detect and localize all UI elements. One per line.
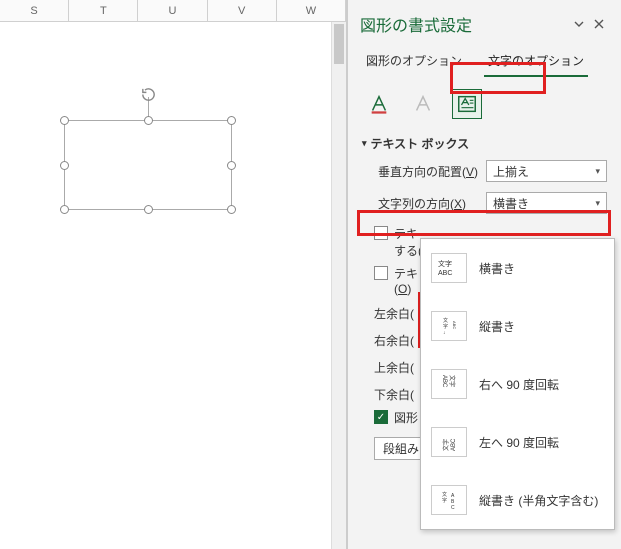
svg-text:文字: 文字 [438, 259, 452, 268]
svg-text:文: 文 [442, 491, 447, 498]
col-header[interactable]: S [0, 0, 69, 21]
dd-option-rotate-left[interactable]: 文字ABC 左へ 90 度回転 [421, 413, 614, 471]
close-icon[interactable] [589, 14, 609, 34]
column-headers: S T U V W [0, 0, 346, 22]
worksheet-area[interactable]: S T U V W [0, 0, 347, 549]
checkbox-checked-icon: ✓ [374, 410, 388, 424]
col-header[interactable]: T [69, 0, 138, 21]
resize-handle[interactable] [60, 116, 69, 125]
chevron-down-icon: ▾ [595, 166, 600, 177]
textbox-icon[interactable] [452, 89, 482, 119]
rotate-left-icon: 文字ABC [431, 427, 467, 457]
dd-option-vertical-halfwidth[interactable]: 文字ABC 縦書き (半角文字含む) [421, 471, 614, 529]
svg-text:字: 字 [443, 323, 448, 330]
vertical-alignment-select[interactable]: 上揃え▾ [486, 160, 607, 182]
resize-handle[interactable] [60, 161, 69, 170]
resize-handle[interactable] [227, 116, 236, 125]
svg-text:文字: 文字 [448, 375, 456, 387]
text-effects-icon[interactable] [408, 89, 438, 119]
dd-option-vertical[interactable]: 文字↓ABC 縦書き [421, 297, 614, 355]
dd-option-horizontal[interactable]: 文字ABC 横書き [421, 239, 614, 297]
svg-text:↓: ↓ [443, 330, 446, 336]
selected-shape[interactable] [64, 92, 232, 210]
pane-title: 図形の書式設定 [360, 12, 472, 36]
pane-tabs: 図形のオプション 文字のオプション [348, 44, 621, 77]
resize-handle[interactable] [60, 205, 69, 214]
dd-option-rotate-right[interactable]: 文字ABC 右へ 90 度回転 [421, 355, 614, 413]
vertical-alignment-label: 垂直方向の配置(V) [378, 163, 486, 180]
section-title: テキスト ボックス [371, 135, 470, 152]
col-header[interactable]: W [277, 0, 346, 21]
checkbox-icon [374, 226, 388, 240]
resize-handle[interactable] [144, 116, 153, 125]
svg-text:字: 字 [442, 497, 447, 504]
pane-options-icon[interactable] [569, 14, 589, 34]
rotation-handle-icon[interactable] [140, 86, 157, 103]
horizontal-text-icon: 文字 ABC [431, 253, 467, 283]
svg-text:ABC: ABC [441, 375, 447, 388]
shape-rectangle[interactable] [64, 120, 232, 210]
text-direction-dropdown: 文字ABC 横書き 文字↓ABC 縦書き 文字ABC 右へ 90 度回転 文字A… [420, 238, 615, 530]
chevron-down-icon: ▾ [595, 198, 600, 209]
col-header[interactable]: U [138, 0, 207, 21]
vertical-halfwidth-icon: 文字ABC [431, 485, 467, 515]
resize-handle[interactable] [227, 205, 236, 214]
svg-text:ABC: ABC [451, 438, 457, 451]
svg-text:文字: 文字 [442, 439, 450, 451]
text-fill-outline-icon[interactable] [364, 89, 394, 119]
checkbox-icon [374, 266, 388, 280]
tab-text-options[interactable]: 文字のオプション [484, 44, 588, 77]
resize-handle[interactable] [144, 205, 153, 214]
text-direction-select[interactable]: 横書き▾ [486, 192, 607, 214]
resize-handle[interactable] [227, 161, 236, 170]
tab-shape-options[interactable]: 図形のオプション [362, 44, 466, 77]
chevron-down-icon: ▾ [362, 138, 367, 149]
svg-text:ABC: ABC [452, 321, 457, 329]
rotate-right-icon: 文字ABC [431, 369, 467, 399]
vertical-scrollbar[interactable] [331, 22, 346, 549]
vertical-text-icon: 文字↓ ABC [431, 311, 467, 341]
text-option-category-icons [348, 77, 621, 127]
svg-text:ABC: ABC [438, 270, 452, 277]
format-shape-pane: 図形の書式設定 図形のオプション 文字のオプション ▾ テキスト ボックス 垂直… [347, 0, 621, 549]
col-header[interactable]: V [208, 0, 277, 21]
svg-text:C: C [451, 505, 455, 511]
svg-text:文: 文 [443, 317, 448, 324]
scroll-thumb[interactable] [334, 24, 344, 64]
section-textbox-header[interactable]: ▾ テキスト ボックス [362, 131, 607, 156]
text-direction-label: 文字列の方向(X) [378, 195, 486, 212]
